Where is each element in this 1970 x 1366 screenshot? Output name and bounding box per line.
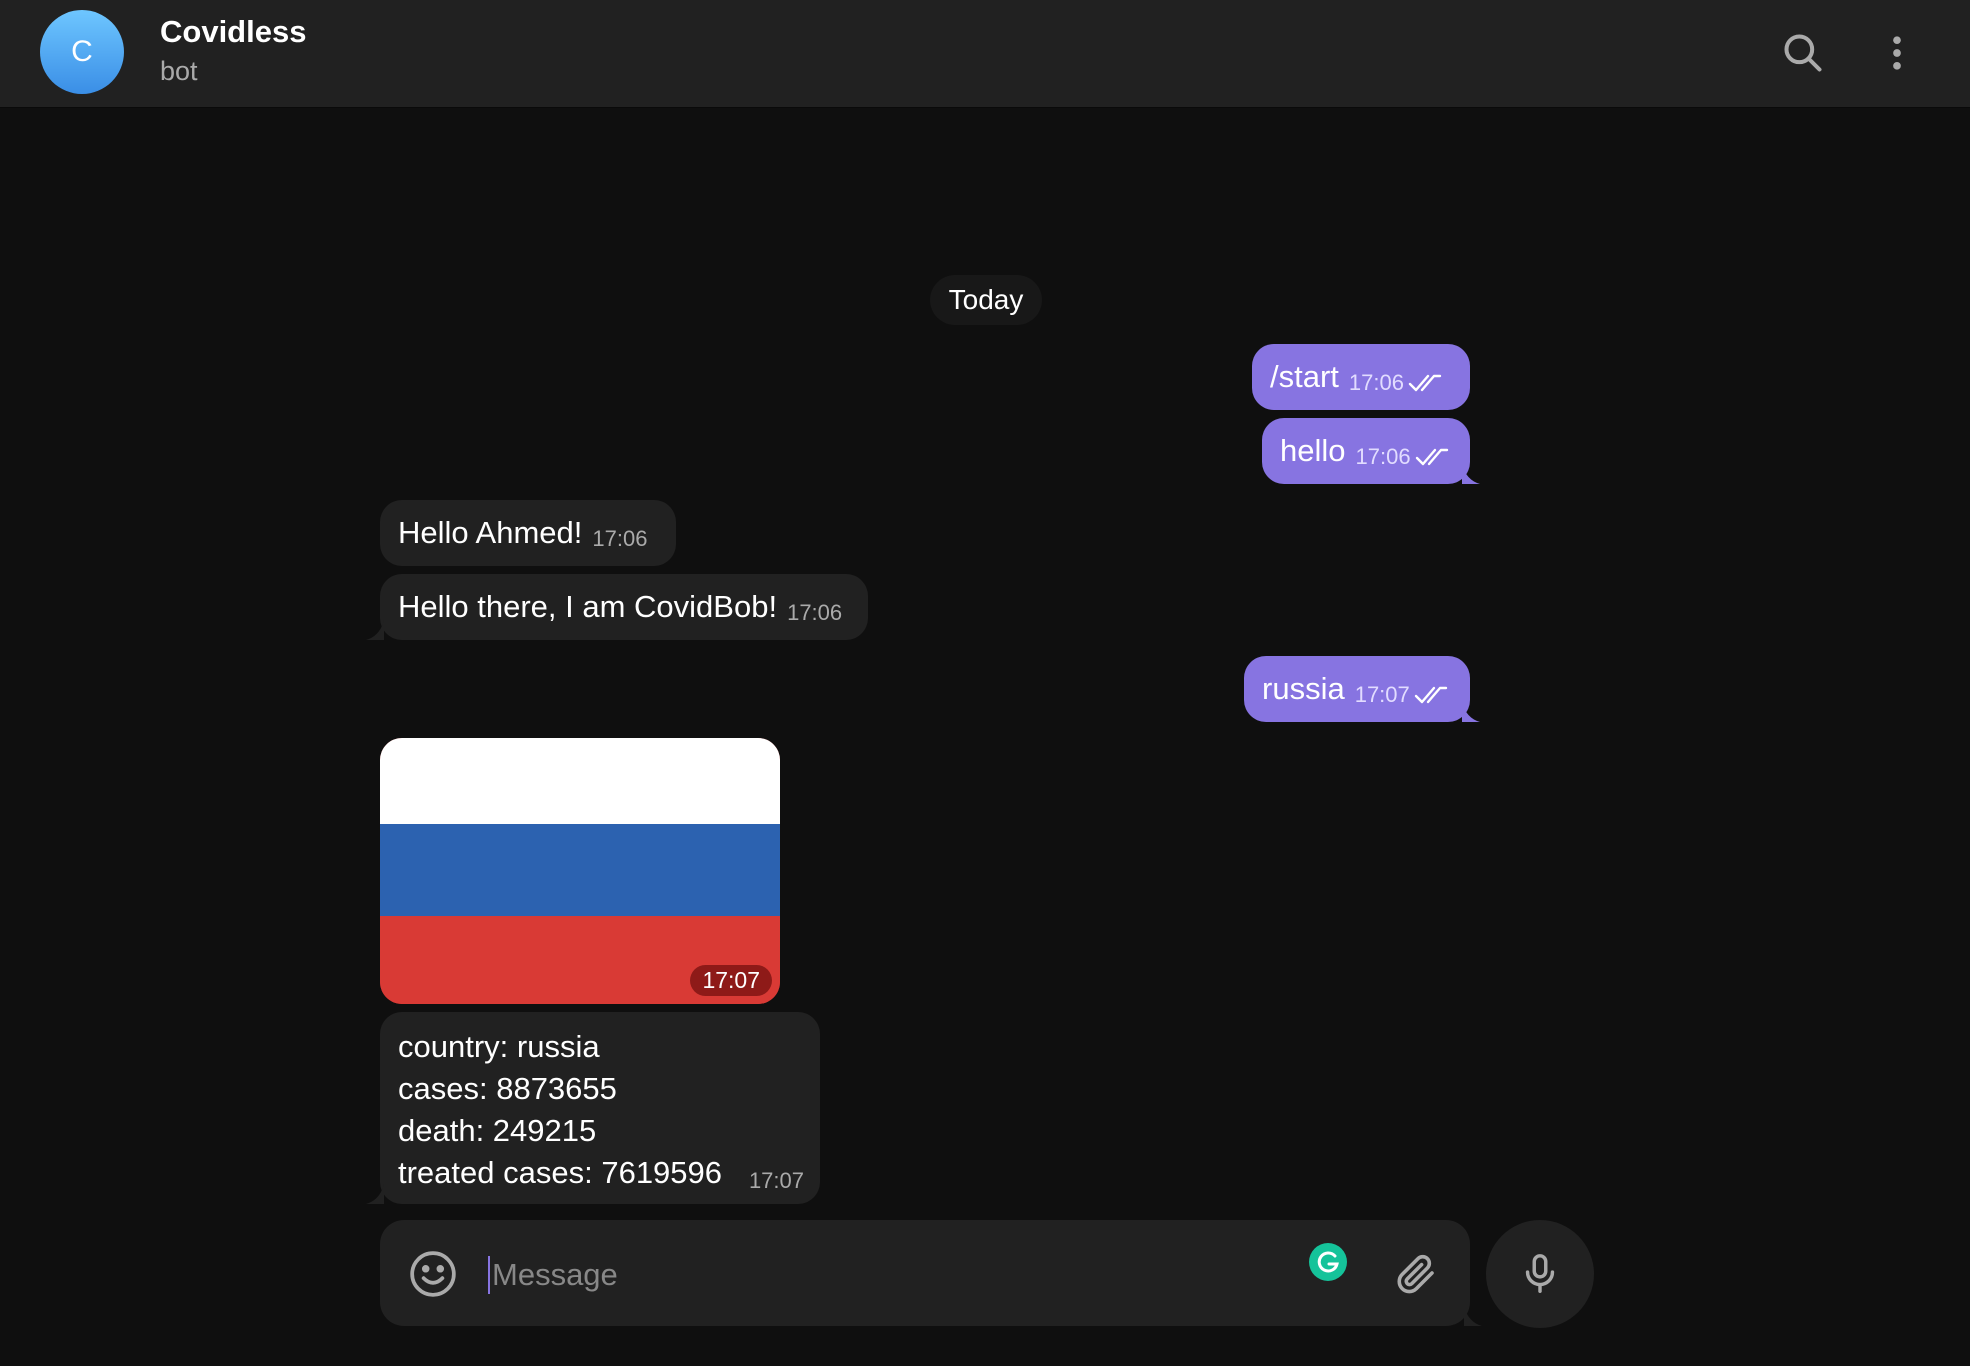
message-time: 17:06	[787, 600, 843, 625]
bubble-tail	[366, 1184, 384, 1204]
message-time: 17:06	[1355, 444, 1411, 469]
chat-header: C Covidless bot	[0, 0, 1970, 108]
message-time: 17:07	[748, 1168, 804, 1193]
chat-avatar[interactable]: C	[40, 10, 124, 94]
flag-stripe-blue	[380, 824, 780, 916]
outgoing-message[interactable]: russia 17:07	[1244, 656, 1470, 722]
message-text: Hello Ahmed!	[398, 515, 583, 550]
incoming-message[interactable]: country: russia cases: 8873655 death: 24…	[380, 1012, 820, 1204]
country-line: country: russia	[398, 1029, 600, 1064]
outgoing-message[interactable]: /start 17:06	[1252, 344, 1470, 410]
message-text: russia	[1262, 671, 1345, 706]
message-text: /start	[1270, 359, 1339, 394]
cases-line: cases: 8873655	[398, 1071, 617, 1106]
chat-subtitle: bot	[160, 56, 198, 86]
double-check-icon	[1414, 686, 1447, 704]
bubble-tail	[1462, 464, 1480, 484]
attach-icon[interactable]	[1392, 1250, 1440, 1298]
search-icon[interactable]	[1776, 26, 1830, 80]
bubble-tail	[1462, 702, 1480, 722]
message-composer	[380, 1220, 1470, 1326]
microphone-button[interactable]	[1486, 1220, 1594, 1328]
flag-stripe-white	[380, 738, 780, 824]
death-line: death: 249215	[398, 1113, 597, 1148]
message-time: 17:07	[690, 965, 772, 996]
emoji-icon[interactable]	[408, 1249, 458, 1299]
russia-flag-image[interactable]: 17:07	[380, 738, 780, 1004]
message-time: 17:06	[592, 526, 648, 551]
treated-cases-line: treated cases: 7619596	[398, 1155, 723, 1190]
incoming-message[interactable]: Hello Ahmed! 17:06	[380, 500, 676, 566]
message-input[interactable]	[490, 1246, 1194, 1304]
grammarly-icon[interactable]	[1308, 1242, 1348, 1282]
double-check-icon	[1415, 448, 1448, 466]
incoming-message[interactable]: Hello there, I am CovidBob! 17:06	[380, 574, 868, 640]
composer-tail	[1464, 1306, 1482, 1326]
microphone-icon	[1525, 1254, 1555, 1293]
message-text: hello	[1280, 433, 1346, 468]
outgoing-message[interactable]: hello 17:06	[1262, 418, 1470, 484]
date-separator: Today	[930, 275, 1042, 325]
bubble-tail	[366, 620, 384, 640]
message-time: 17:07	[1354, 682, 1410, 707]
double-check-icon	[1408, 374, 1442, 392]
message-text: Hello there, I am CovidBob!	[398, 589, 778, 624]
more-vertical-icon[interactable]	[1870, 26, 1924, 80]
chat-title[interactable]: Covidless	[160, 14, 306, 50]
message-time: 17:06	[1348, 370, 1404, 395]
